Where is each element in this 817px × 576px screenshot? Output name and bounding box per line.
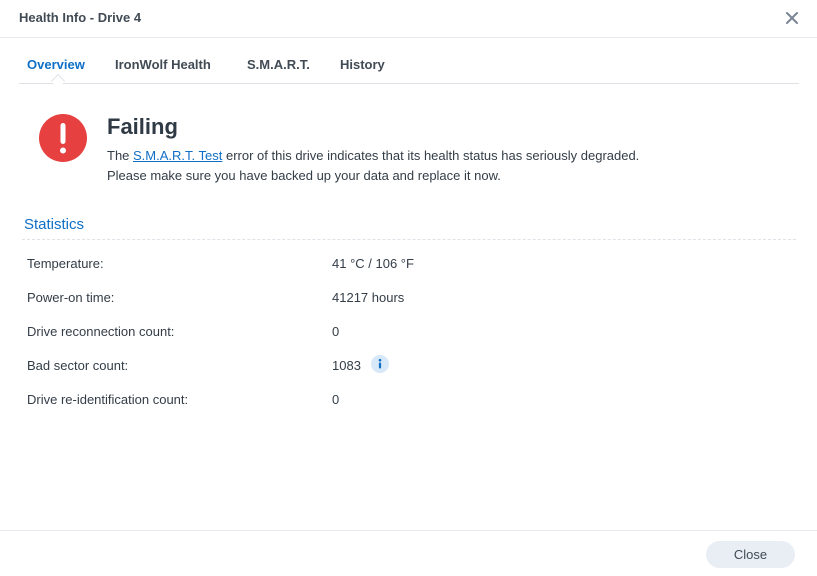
window-title: Health Info - Drive 4 (19, 10, 142, 25)
status-message-prefix: The (107, 148, 134, 163)
stat-label: Drive reconnection count: (27, 324, 175, 339)
close-icon[interactable] (783, 9, 801, 27)
status-message-line2: Please make sure you have backed up your… (107, 168, 501, 183)
stat-value: 41217 hours (332, 290, 405, 305)
stat-row-reconnection-count: Drive reconnection count: 0 (27, 324, 787, 344)
statistics-divider (22, 239, 796, 240)
stat-row-power-on-time: Power-on time: 41217 hours (27, 290, 787, 310)
stat-row-temperature: Temperature: 41 °C / 106 °F (27, 256, 787, 276)
health-status-title: Failing (107, 114, 178, 139)
statistics-heading: Statistics (24, 216, 85, 233)
stat-value: 1083 (332, 358, 361, 373)
stat-label: Power-on time: (27, 290, 115, 305)
exclamation-circle-icon (39, 114, 87, 162)
info-icon[interactable] (371, 355, 389, 373)
footer-divider (0, 530, 817, 531)
smart-test-link[interactable]: S.M.A.R.T. Test (133, 148, 222, 163)
stat-value: 0 (332, 324, 340, 339)
health-status-message: The S.M.A.R.T. Test error of this drive … (107, 146, 639, 186)
health-info-dialog: Health Info - Drive 4 Overview IronWolf … (0, 0, 817, 576)
status-message-suffix: error of this drive indicates that its h… (222, 148, 640, 163)
stat-label: Drive re-identification count: (27, 392, 189, 407)
tab-bar: Overview IronWolf Health S.M.A.R.T. Hist… (19, 45, 799, 89)
stat-value: 41 °C / 106 °F (332, 256, 414, 271)
tab-ironwolf-health[interactable]: IronWolf Health (115, 57, 211, 72)
status-message-line1: The S.M.A.R.T. Test error of this drive … (107, 146, 639, 166)
stat-label: Bad sector count: (27, 358, 129, 373)
stat-row-bad-sector-count: Bad sector count: 1083 (27, 355, 787, 378)
tab-history[interactable]: History (340, 57, 385, 72)
stat-value: 0 (332, 392, 340, 407)
active-tab-indicator (50, 73, 66, 89)
close-button[interactable]: Close (706, 541, 795, 568)
stat-row-reidentification-count: Drive re-identification count: 0 (27, 392, 787, 412)
stat-label: Temperature: (27, 256, 104, 271)
title-bar: Health Info - Drive 4 (0, 0, 817, 38)
tab-smart[interactable]: S.M.A.R.T. (247, 57, 310, 72)
tab-overview[interactable]: Overview (27, 57, 85, 72)
